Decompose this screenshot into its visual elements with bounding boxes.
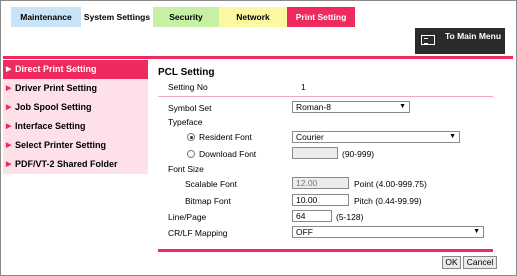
sidebar-item-driver-print-setting[interactable]: ▶ Driver Print Setting [3, 79, 148, 98]
dropdown-arrow-icon: ▼ [449, 133, 456, 140]
download-font-label: Download Font [199, 149, 257, 159]
scalable-font-input[interactable]: 12.00 [292, 177, 349, 189]
tab-system-settings[interactable]: System Settings [81, 7, 153, 27]
sidebar-item-label: Interface Setting [15, 121, 86, 131]
tab-print-setting[interactable]: Print Setting [287, 7, 355, 27]
symbol-set-value: Roman-8 [296, 102, 331, 112]
arrow-right-icon: ▶ [6, 161, 12, 168]
line-page-range: (5-128) [336, 212, 364, 222]
scalable-font-hint: Point (4.00-999.75) [354, 179, 427, 189]
resident-font-radio[interactable] [187, 133, 195, 141]
to-main-menu-label: To Main Menu [444, 31, 502, 41]
tab-network[interactable]: Network [219, 7, 287, 27]
arrow-right-icon: ▶ [6, 85, 12, 92]
sidebar-item-interface-setting[interactable]: ▶ Interface Setting [3, 117, 148, 136]
scalable-font-label: Scalable Font [185, 179, 237, 189]
resident-font-value: Courier [296, 132, 324, 142]
crlf-mapping-label: CR/LF Mapping [168, 228, 228, 238]
line-page-label: Line/Page [168, 212, 207, 222]
divider [158, 96, 493, 97]
download-font-input[interactable] [292, 147, 338, 159]
dropdown-arrow-icon: ▼ [473, 228, 480, 235]
sidebar-item-pdf-vt2-shared-folder[interactable]: ▶ PDF/VT-2 Shared Folder [3, 155, 148, 174]
sidebar-item-label: PDF/VT-2 Shared Folder [15, 159, 118, 169]
bitmap-font-input[interactable]: 10.00 [292, 194, 349, 206]
typeface-label: Typeface [168, 117, 203, 127]
font-size-label: Font Size [168, 164, 204, 174]
crlf-mapping-value: OFF [296, 227, 313, 237]
crlf-mapping-select[interactable]: OFF ▼ [292, 226, 484, 238]
sidebar-item-job-spool-setting[interactable]: ▶ Job Spool Setting [3, 98, 148, 117]
sidebar-item-select-printer-setting[interactable]: ▶ Select Printer Setting [3, 136, 148, 155]
setting-no-value: 1 [301, 82, 306, 92]
dropdown-arrow-icon: ▼ [399, 103, 406, 110]
resident-font-select[interactable]: Courier ▼ [292, 131, 460, 143]
arrow-right-icon: ▶ [6, 142, 12, 149]
symbol-set-select[interactable]: Roman-8 ▼ [292, 101, 410, 113]
arrow-right-icon: ▶ [6, 66, 12, 73]
cancel-button[interactable]: Cancel [463, 256, 497, 269]
bitmap-font-label: Bitmap Font [185, 196, 231, 206]
symbol-set-label: Symbol Set [168, 103, 212, 113]
page-title: PCL Setting [158, 67, 215, 78]
resident-font-label: Resident Font [199, 132, 252, 142]
sidebar-item-label: Job Spool Setting [15, 102, 92, 112]
bitmap-font-hint: Pitch (0.44-99.99) [354, 196, 422, 206]
menu-icon [421, 35, 435, 45]
ok-button[interactable]: OK [442, 256, 461, 269]
sidebar-item-label: Driver Print Setting [15, 83, 98, 93]
bottom-accent-bar [158, 249, 493, 252]
sidebar: ▶ Direct Print Setting ▶ Driver Print Se… [3, 60, 148, 174]
accent-bar [3, 56, 513, 59]
arrow-right-icon: ▶ [6, 123, 12, 130]
sidebar-item-label: Direct Print Setting [15, 64, 97, 74]
setting-no-label: Setting No [168, 82, 208, 92]
to-main-menu-button[interactable]: To Main Menu [415, 28, 505, 54]
arrow-right-icon: ▶ [6, 104, 12, 111]
sidebar-item-direct-print-setting[interactable]: ▶ Direct Print Setting [3, 60, 148, 79]
tab-maintenance[interactable]: Maintenance [11, 7, 81, 27]
download-font-radio[interactable] [187, 150, 195, 158]
tab-security[interactable]: Security [153, 7, 219, 27]
sidebar-item-label: Select Printer Setting [15, 140, 107, 150]
line-page-input[interactable]: 64 [292, 210, 332, 222]
download-font-range: (90-999) [342, 149, 375, 159]
